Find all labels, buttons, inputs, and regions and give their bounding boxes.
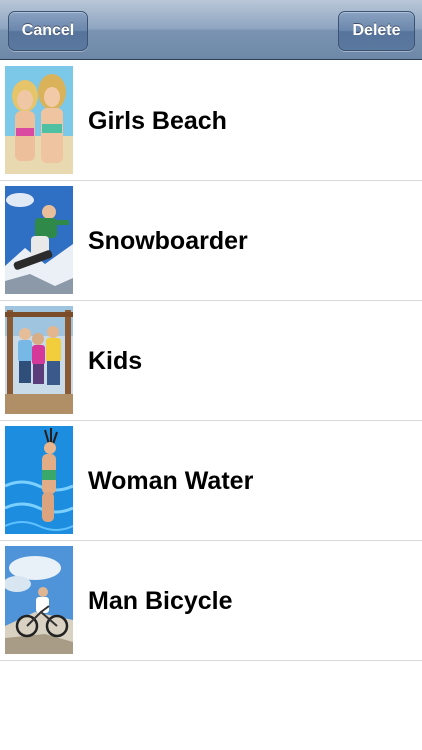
navigation-bar: Cancel Delete (0, 0, 422, 60)
list-item-woman-water[interactable]: Woman Water (0, 421, 422, 541)
girls-beach-thumbnail (5, 66, 73, 174)
kids-image (5, 306, 73, 414)
man-bicycle-image (5, 546, 73, 654)
cancel-button[interactable]: Cancel (8, 11, 88, 51)
list-item-snowboarder[interactable]: Snowboarder (0, 181, 422, 301)
list-item-girls-beach[interactable]: Girls Beach (0, 61, 422, 181)
item-title: Man Bicycle (88, 586, 233, 615)
delete-button[interactable]: Delete (338, 11, 415, 51)
item-title: Woman Water (88, 466, 254, 495)
girls-beach-image (5, 66, 73, 174)
kids-thumbnail (5, 306, 73, 414)
list-item-kids[interactable]: Kids (0, 301, 422, 421)
woman-water-thumbnail (5, 426, 73, 534)
snowboarder-image (5, 186, 73, 294)
item-title: Girls Beach (88, 106, 227, 135)
item-title: Snowboarder (88, 226, 248, 255)
list-item-man-bicycle[interactable]: Man Bicycle (0, 541, 422, 661)
man-bicycle-thumbnail (5, 546, 73, 654)
item-title: Kids (88, 346, 143, 375)
image-list: Girls Beach Snowboarder Kids Woman Water… (0, 61, 422, 661)
woman-water-image (5, 426, 73, 534)
snowboarder-thumbnail (5, 186, 73, 294)
